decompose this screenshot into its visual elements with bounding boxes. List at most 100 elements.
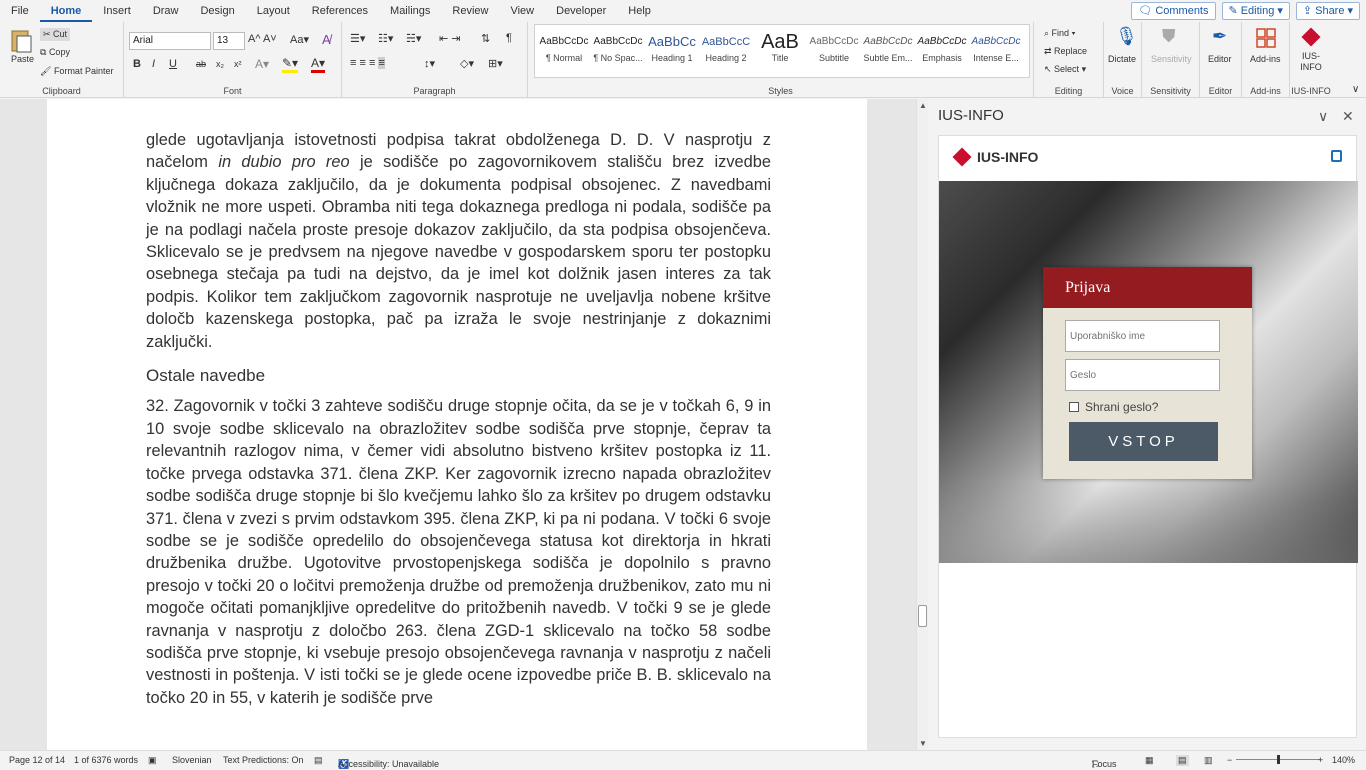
scroll-down-icon[interactable]: ▼	[919, 739, 927, 748]
bold-button[interactable]: B	[133, 58, 141, 70]
addins-group: Add-ins Add-ins	[1242, 22, 1290, 98]
multilevel-list-icon[interactable]: ☵▾	[406, 32, 421, 45]
remember-checkbox[interactable]	[1069, 402, 1079, 412]
tab-developer[interactable]: Developer	[545, 0, 617, 22]
tab-view[interactable]: View	[499, 0, 545, 22]
font-name-select[interactable]: Arial	[129, 32, 211, 50]
style-title[interactable]: AaB Title	[753, 31, 807, 63]
share-button[interactable]: ⇪ Share ▾	[1295, 2, 1360, 20]
editor-pen-icon[interactable]: ✒	[1212, 26, 1227, 47]
tab-draw[interactable]: Draw	[142, 0, 190, 22]
language-indicator[interactable]: Slovenian	[172, 755, 212, 765]
sensitivity-button[interactable]: Sensitivity	[1151, 54, 1192, 64]
pane-options-icon[interactable]: ∨	[1318, 108, 1328, 125]
addins-button[interactable]: Add-ins	[1250, 54, 1281, 64]
text-effects-icon[interactable]: A▾	[255, 57, 269, 71]
lock-icon[interactable]	[1331, 150, 1342, 162]
paste-button[interactable]: Paste	[11, 54, 34, 64]
style-intense-emphasis[interactable]: AaBbCcDc Intense E...	[969, 31, 1023, 63]
scroll-thumb[interactable]	[918, 605, 927, 627]
strikethrough-button[interactable]: ab	[196, 59, 206, 69]
iusinfo-button[interactable]: IUS-INFO	[1300, 51, 1322, 73]
borders-icon[interactable]: ⊞▾	[488, 57, 503, 70]
comments-label: Comments	[1155, 5, 1209, 17]
font-color-icon[interactable]: A▾	[311, 56, 326, 73]
numbering-icon[interactable]: ☷▾	[378, 32, 393, 45]
zoom-slider-thumb[interactable]	[1277, 755, 1280, 764]
microphone-icon[interactable]: 🎙	[1115, 26, 1138, 47]
grow-font-icon[interactable]: A^ A˅	[248, 33, 277, 45]
page-indicator[interactable]: Page 12 of 14	[9, 755, 65, 765]
style-emphasis[interactable]: AaBbCcDc Emphasis	[915, 31, 969, 63]
tab-help[interactable]: Help	[617, 0, 662, 22]
text-predictions[interactable]: Text Predictions: On	[223, 755, 304, 765]
tab-layout[interactable]: Layout	[246, 0, 301, 22]
dictate-button[interactable]: Dictate	[1108, 54, 1136, 64]
macro-icon[interactable]: ▤	[314, 755, 323, 766]
find-button[interactable]: ⌕ Find ▾	[1044, 28, 1075, 39]
comments-button[interactable]: 🗨 Comments	[1131, 2, 1216, 20]
tab-mailings[interactable]: Mailings	[379, 0, 441, 22]
style-subtitle[interactable]: AaBbCcDc Subtitle	[807, 31, 861, 63]
change-case-icon[interactable]: Aa▾	[290, 33, 309, 46]
style-name: ¶ No Spac...	[593, 53, 643, 63]
addins-grid-icon[interactable]	[1256, 28, 1276, 50]
indent-icons[interactable]: ⇤ ⇥	[439, 32, 461, 45]
password-input[interactable]	[1065, 359, 1220, 391]
login-button[interactable]: VSTOP	[1069, 422, 1218, 461]
style-heading-1[interactable]: AaBbCc Heading 1	[645, 31, 699, 63]
style-subtle-emphasis[interactable]: AaBbCcDc Subtle Em...	[861, 31, 915, 63]
print-layout-icon[interactable]: ▤	[1176, 755, 1189, 766]
tab-design[interactable]: Design	[189, 0, 245, 22]
style-normal[interactable]: AaBbCcDc ¶ Normal	[537, 31, 591, 63]
paste-icon[interactable]	[8, 28, 34, 54]
select-button[interactable]: ↖ Select ▾	[1044, 64, 1086, 75]
pencil-icon: ✎	[1228, 5, 1238, 17]
zoom-slider[interactable]	[1236, 755, 1320, 764]
tab-review[interactable]: Review	[441, 0, 499, 22]
document-scrollbar[interactable]: ▲ ▼	[916, 99, 928, 750]
show-marks-icon[interactable]: ¶	[506, 32, 512, 44]
style-heading-2[interactable]: AaBbCcC Heading 2	[699, 31, 753, 63]
username-input[interactable]	[1065, 320, 1220, 352]
zoom-level[interactable]: 140%	[1332, 755, 1355, 765]
tab-insert[interactable]: Insert	[92, 0, 142, 22]
shading-icon[interactable]: ◇▾	[460, 57, 474, 70]
subscript-button[interactable]: x₂	[216, 59, 224, 69]
editing-mode-button[interactable]: ✎ Editing ▾	[1221, 2, 1290, 20]
format-painter-button[interactable]: 🖌 Format Painter	[40, 66, 113, 77]
cut-label: Cut	[53, 29, 68, 39]
tab-file[interactable]: File	[0, 0, 40, 22]
iusinfo-logo-icon[interactable]	[1301, 27, 1321, 47]
superscript-button[interactable]: x²	[234, 59, 242, 69]
clear-format-icon[interactable]: A̸	[322, 32, 331, 47]
line-spacing-icon[interactable]: ↕▾	[424, 57, 435, 70]
scroll-up-icon[interactable]: ▲	[919, 101, 927, 110]
underline-button[interactable]: U	[169, 58, 177, 70]
read-mode-icon[interactable]: ▦	[1145, 755, 1154, 766]
cut-button[interactable]: ✂ Cut	[40, 28, 71, 41]
web-layout-icon[interactable]: ▥	[1204, 755, 1213, 766]
tab-home[interactable]: Home	[39, 0, 93, 22]
sort-icon[interactable]: ⇅	[481, 32, 490, 45]
editor-button[interactable]: Editor	[1208, 54, 1232, 64]
tab-references[interactable]: References	[301, 0, 379, 22]
zoom-in-icon[interactable]: +	[1318, 755, 1323, 765]
remember-password[interactable]: Shrani geslo?	[1069, 400, 1158, 414]
italic-button[interactable]: I	[152, 58, 155, 70]
font-size-select[interactable]: 13	[213, 32, 245, 50]
addins-label: Add-ins	[1250, 86, 1281, 96]
bullets-icon[interactable]: ☰▾	[350, 32, 365, 45]
document-body[interactable]: glede ugotavljanja istovetnosti podpisa …	[146, 129, 771, 709]
copy-button[interactable]: ⧉ Copy	[40, 47, 70, 58]
proofing-icon[interactable]: ▣	[148, 755, 157, 766]
replace-button[interactable]: ⇄ Replace	[1044, 46, 1087, 57]
highlight-icon[interactable]: ✎▾	[282, 56, 299, 73]
style-no-spacing[interactable]: AaBbCcDc ¶ No Spac...	[591, 31, 645, 63]
zoom-out-icon[interactable]: −	[1227, 755, 1232, 765]
sensitivity-icon[interactable]: ⛊	[1162, 26, 1176, 47]
collapse-ribbon-icon[interactable]: ∨	[1352, 84, 1359, 95]
word-count[interactable]: 1 of 6376 words	[74, 755, 138, 765]
align-icons[interactable]: ≡ ≡ ≡ ≡	[350, 57, 385, 69]
close-icon[interactable]: ✕	[1342, 108, 1354, 125]
